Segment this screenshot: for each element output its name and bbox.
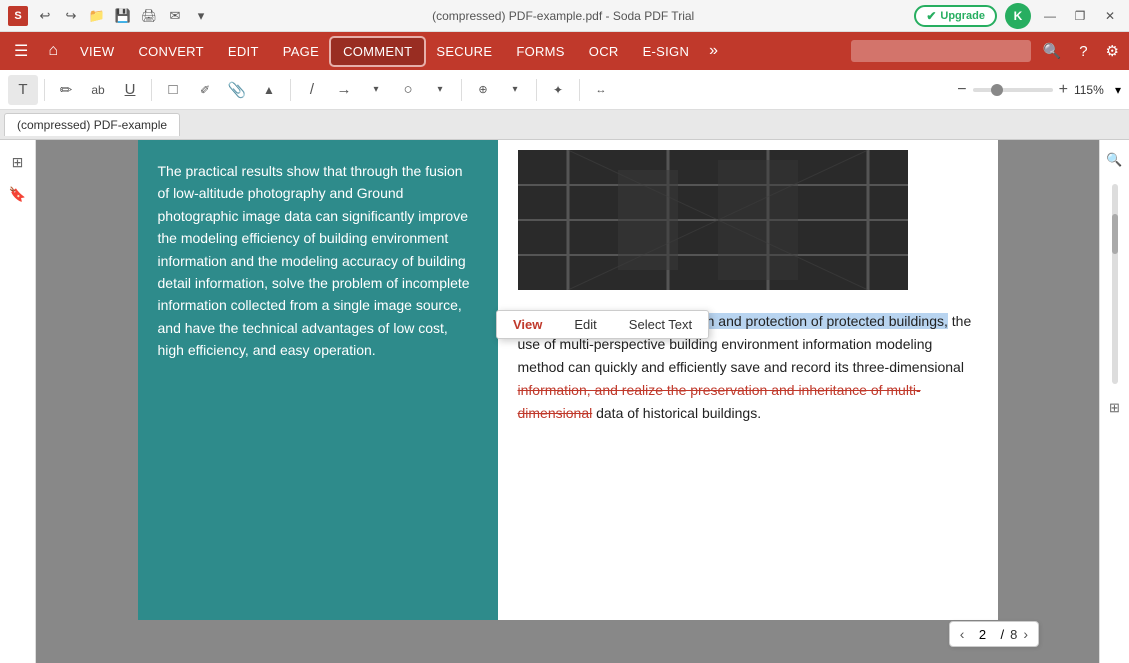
scroll-bar	[1112, 184, 1118, 384]
pdf-right-column: In the process of data collection and pr…	[498, 140, 998, 620]
menu-item-esign[interactable]: E-SIGN	[631, 38, 702, 65]
annotation-toolbar: T ✏ ab U □ ✐ 📎 ▲ / → ▾ ○ ▾ ⊕ ▾ ✦ ↔ − + 1…	[0, 70, 1129, 110]
toolbar-separator-6	[579, 79, 580, 101]
stamp-tool[interactable]: ▲	[254, 75, 284, 105]
minimize-button[interactable]: —	[1039, 5, 1061, 27]
sidebar-bookmarks-icon[interactable]: 🔖	[4, 180, 32, 208]
pdf-image	[518, 150, 908, 290]
email-btn[interactable]: ✉	[164, 5, 186, 27]
toolbar-separator-5	[536, 79, 537, 101]
text-highlight-tool[interactable]: ab	[83, 75, 113, 105]
app-logo: S	[8, 6, 28, 26]
pdf-page: The practical results show that through …	[138, 140, 998, 620]
maximize-button[interactable]: ❐	[1069, 5, 1091, 27]
strikethrough-text: information, and realize the preservatio…	[518, 382, 921, 421]
pdf-left-text: The practical results show that through …	[158, 160, 478, 362]
hamburger-icon[interactable]: ☰	[4, 35, 38, 67]
attachment-tool[interactable]: 📎	[222, 75, 252, 105]
menu-more-btn[interactable]: »	[701, 36, 726, 66]
zoom-value-label: 115%	[1074, 83, 1109, 97]
pdf-tab[interactable]: (compressed) PDF-example	[4, 113, 180, 136]
menu-item-comment[interactable]: COMMENT	[331, 38, 424, 65]
sidebar-pages-icon[interactable]: ⊞	[4, 148, 32, 176]
page-separator: /	[1000, 627, 1004, 642]
fit-page-icon[interactable]: ⊞	[1103, 396, 1127, 420]
main-layout: ⊞ 🔖 View Edit Select Text The practical …	[0, 140, 1129, 663]
title-right-area: ✔ Upgrade K — ❐ ✕	[914, 3, 1121, 29]
scroll-thumb[interactable]	[1112, 214, 1118, 254]
settings-icon[interactable]: ⚙	[1100, 38, 1125, 64]
redo-btn[interactable]: ↪	[60, 5, 82, 27]
text-box-tool[interactable]: □	[158, 75, 188, 105]
more-btn[interactable]: ▾	[190, 5, 212, 27]
ellipse-tool[interactable]: ○	[393, 75, 423, 105]
arrow-tool[interactable]: →	[329, 75, 359, 105]
content-area: View Edit Select Text The practical resu…	[36, 140, 1099, 663]
signature-tool[interactable]: ✦	[543, 75, 573, 105]
crop-more[interactable]: ▾	[500, 75, 530, 105]
user-avatar[interactable]: K	[1005, 3, 1031, 29]
pdf-content: The practical results show that through …	[138, 140, 998, 620]
zoom-controls: − + 115% ▾	[957, 81, 1121, 99]
toolbar-separator-3	[290, 79, 291, 101]
pencil-tool[interactable]: ✏	[51, 75, 81, 105]
context-menu: View Edit Select Text	[496, 310, 709, 339]
shape-more[interactable]: ▾	[425, 75, 455, 105]
zoom-out-button[interactable]: −	[957, 81, 966, 99]
page-navigation: ‹ 2 / 8 ›	[949, 621, 1039, 647]
menu-item-secure[interactable]: SECURE	[424, 38, 504, 65]
menu-right-area: 🔍 ? ⚙	[851, 38, 1125, 64]
menu-bar: ☰ ⌂ VIEW CONVERT EDIT PAGE COMMENT SECUR…	[0, 32, 1129, 70]
file-controls: ↩ ↪ 📁 💾 🖨 ✉ ▾	[34, 5, 212, 27]
menu-item-ocr[interactable]: OCR	[577, 38, 631, 65]
check-icon: ✔	[926, 9, 936, 23]
prev-page-button[interactable]: ‹	[960, 626, 965, 642]
close-button[interactable]: ✕	[1099, 5, 1121, 27]
context-view[interactable]: View	[497, 311, 558, 338]
context-edit[interactable]: Edit	[558, 311, 612, 338]
search-panel-icon[interactable]: 🔍	[1103, 148, 1127, 172]
image-svg	[518, 150, 908, 290]
measure-tool[interactable]: ↔	[586, 75, 616, 105]
menu-item-forms[interactable]: FORMS	[504, 38, 576, 65]
page-number-input[interactable]: 2	[970, 627, 994, 642]
menu-item-page[interactable]: PAGE	[271, 38, 331, 65]
line-tool[interactable]: /	[297, 75, 327, 105]
print-btn[interactable]: 🖨	[138, 5, 160, 27]
menu-item-edit[interactable]: EDIT	[216, 38, 271, 65]
help-icon[interactable]: ?	[1073, 39, 1093, 64]
line-more[interactable]: ▾	[361, 75, 391, 105]
upgrade-button[interactable]: ✔ Upgrade	[914, 5, 997, 27]
left-sidebar: ⊞ 🔖	[0, 140, 36, 663]
file-title: (compressed) PDF-example.pdf - Soda PDF …	[218, 9, 908, 23]
tab-bar: (compressed) PDF-example	[0, 110, 1129, 140]
menu-item-convert[interactable]: CONVERT	[126, 38, 215, 65]
underline-tool[interactable]: U	[115, 75, 145, 105]
next-page-button[interactable]: ›	[1023, 626, 1028, 642]
save-btn[interactable]: 💾	[112, 5, 134, 27]
title-bar: S ↩ ↪ 📁 💾 🖨 ✉ ▾ (compressed) PDF-example…	[0, 0, 1129, 32]
home-icon[interactable]: ⌂	[38, 36, 68, 66]
pdf-left-column: The practical results show that through …	[138, 140, 498, 620]
sticky-note-tool[interactable]: ✐	[190, 75, 220, 105]
undo-btn[interactable]: ↩	[34, 5, 56, 27]
right-sidebar: 🔍 ⊞	[1099, 140, 1129, 663]
zoom-dropdown-button[interactable]: ▾	[1115, 83, 1121, 97]
text-tool[interactable]: T	[8, 75, 38, 105]
open-btn[interactable]: 📁	[86, 5, 108, 27]
toolbar-separator-4	[461, 79, 462, 101]
context-select-text[interactable]: Select Text	[613, 311, 708, 338]
menu-search-input[interactable]	[851, 40, 1031, 62]
toolbar-separator-1	[44, 79, 45, 101]
image-placeholder	[518, 150, 908, 290]
toolbar-separator-2	[151, 79, 152, 101]
crop-tool[interactable]: ⊕	[468, 75, 498, 105]
zoom-in-button[interactable]: +	[1059, 81, 1068, 99]
menu-item-view[interactable]: VIEW	[68, 38, 126, 65]
page-total: 8	[1010, 627, 1017, 642]
zoom-slider[interactable]	[973, 88, 1053, 92]
search-icon[interactable]: 🔍	[1037, 38, 1068, 64]
